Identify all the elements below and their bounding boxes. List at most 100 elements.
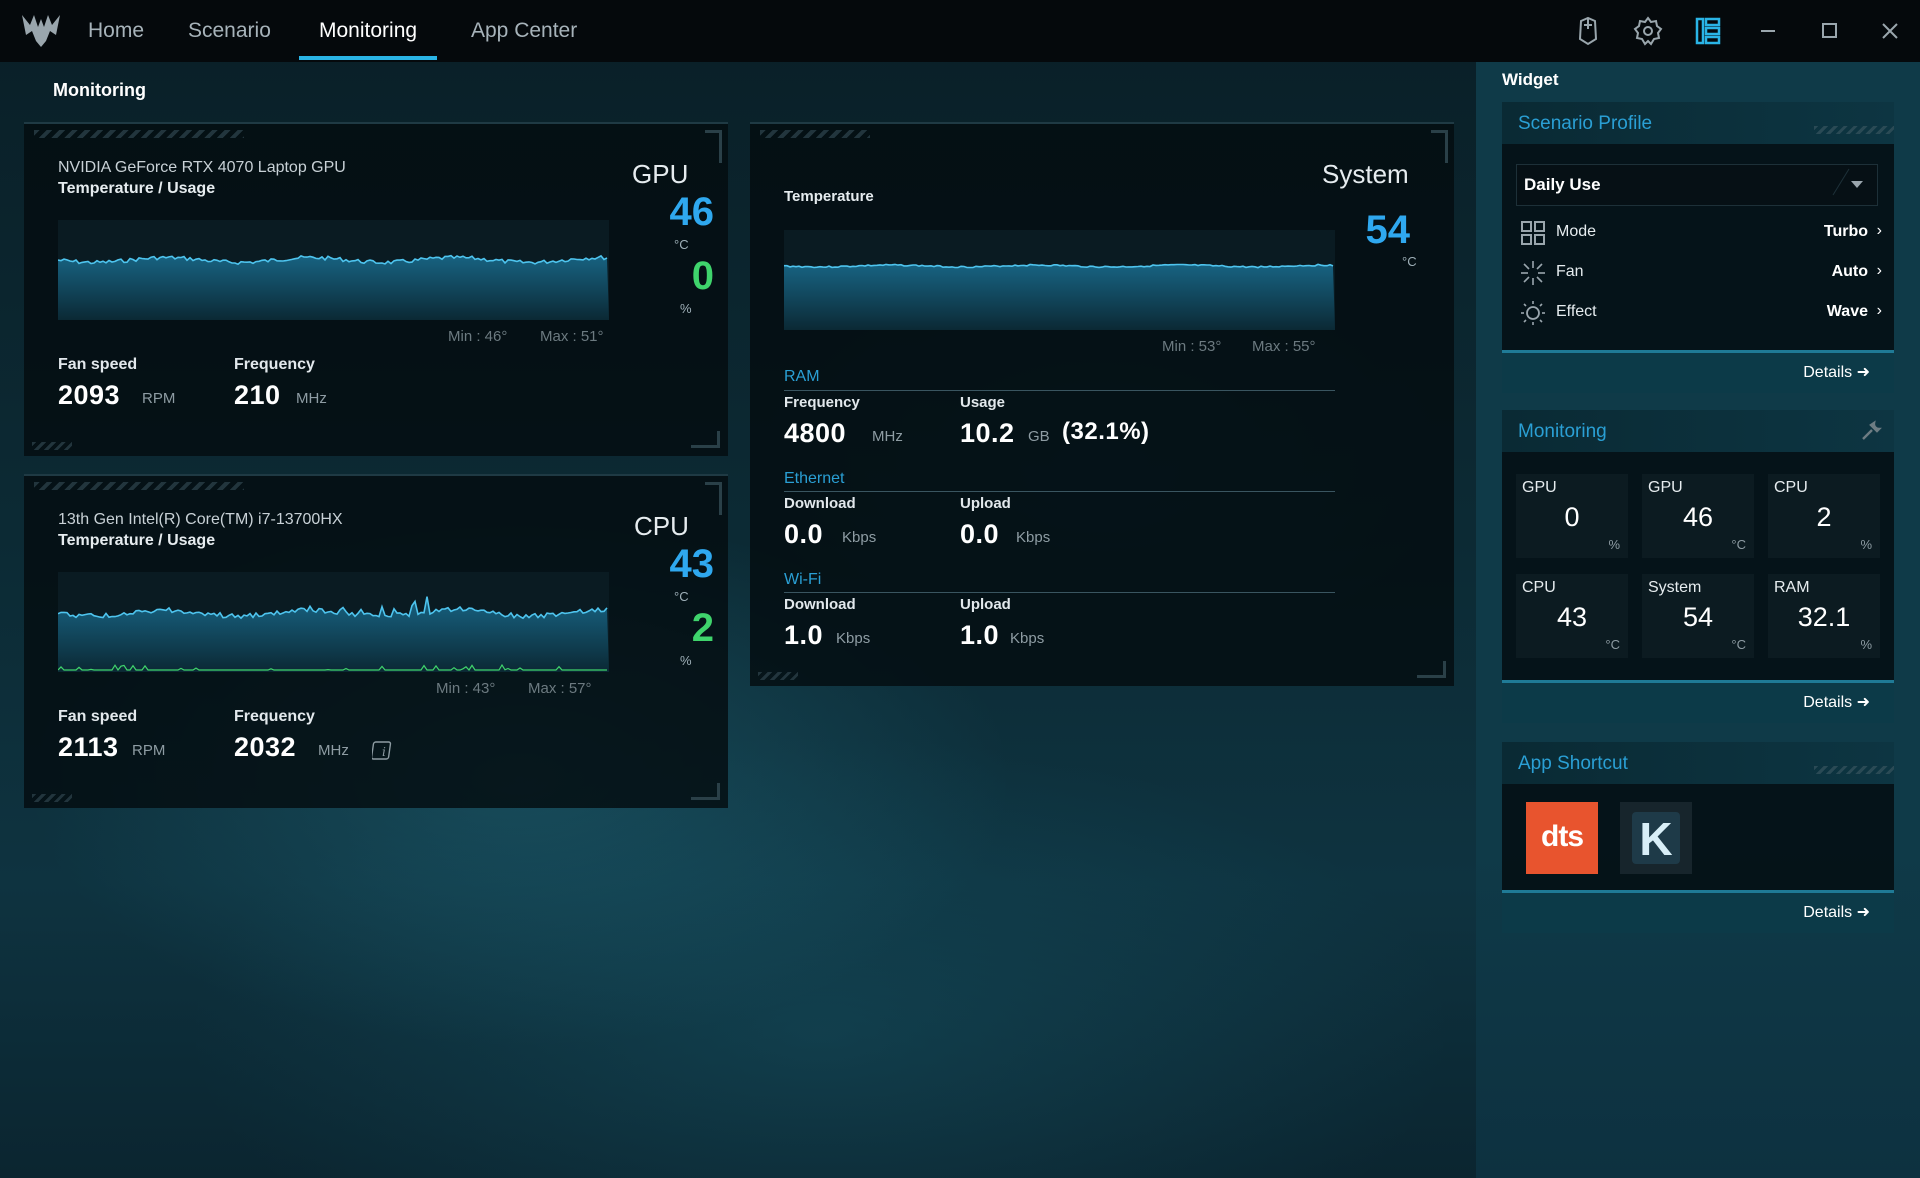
ethernet-upload-unit: Kbps: [1016, 529, 1051, 546]
system-label: System: [1322, 159, 1409, 189]
ethernet-download-unit: Kbps: [842, 529, 877, 546]
ram-usage-label: Usage: [960, 394, 1006, 411]
gear-icon[interactable]: [1632, 15, 1664, 47]
dts-app-icon[interactable]: dts: [1526, 802, 1598, 874]
scenario-details-link[interactable]: Details ➜: [1803, 362, 1870, 382]
arrow-right-icon: ➜: [1856, 364, 1870, 381]
tab-scenario[interactable]: Scenario: [188, 0, 271, 62]
gpu-fan-value: 2093: [58, 380, 121, 410]
gpu-device-name: NVIDIA GeForce RTX 4070 Laptop GPU: [58, 159, 346, 176]
gpu-temp-graph: [58, 220, 609, 320]
gpu-temp-unit: °C: [674, 237, 689, 252]
widget-title: Widget: [1502, 70, 1559, 89]
system-temp-graph: [784, 230, 1335, 330]
monitor-tile-system-temp[interactable]: System 54 °C: [1642, 574, 1754, 658]
gpu-usage-unit: %: [680, 301, 692, 316]
gpu-usage-value: 0: [691, 254, 714, 298]
ram-freq-value: 4800: [784, 418, 847, 448]
ethernet-upload-value: 0.0: [960, 519, 1000, 549]
chevron-right-icon: ›: [1876, 302, 1882, 319]
scenario-profile-title: Scenario Profile: [1518, 113, 1653, 134]
cpu-panel: 13th Gen Intel(R) Core(TM) i7-13700HX Te…: [24, 474, 728, 808]
fan-row[interactable]: Fan Auto ›: [1516, 254, 1882, 290]
monitor-tile-gpu-usage[interactable]: GPU 0%: [1516, 474, 1628, 558]
gpu-freq-value: 210: [234, 380, 281, 410]
widget-panel-icon[interactable]: [1692, 15, 1724, 47]
k-app-icon[interactable]: K: [1620, 802, 1692, 874]
fan-label: Fan: [1556, 263, 1584, 280]
ethernet-upload-label: Upload: [960, 495, 1011, 512]
chevron-down-icon: [1832, 168, 1863, 196]
ram-usage-unit: GB: [1028, 428, 1050, 445]
wifi-download-value: 1.0: [784, 620, 824, 650]
effect-row[interactable]: Effect Wave ›: [1516, 294, 1882, 330]
info-icon[interactable]: i: [372, 740, 394, 762]
ram-heading: RAM: [784, 368, 820, 385]
wifi-upload-unit: Kbps: [1010, 630, 1045, 647]
maximize-icon: [1822, 23, 1837, 38]
gpu-freq-unit: MHz: [296, 390, 327, 407]
monitor-tile-cpu-usage[interactable]: CPU 2%: [1768, 474, 1880, 558]
minimize-button[interactable]: [1738, 0, 1798, 62]
ethernet-download-label: Download: [784, 495, 856, 512]
profile-dropdown-value: Daily Use: [1524, 175, 1601, 194]
fan-value: Auto: [1831, 263, 1868, 280]
ram-freq-label: Frequency: [784, 394, 860, 411]
mode-row[interactable]: Mode Turbo ›: [1516, 214, 1882, 250]
monitor-tile-gpu-temp[interactable]: GPU 46 °C: [1642, 474, 1754, 558]
cpu-freq-label: Frequency: [234, 708, 315, 725]
wifi-heading: Wi-Fi: [784, 571, 822, 588]
cpu-temp-value: 43: [669, 542, 715, 586]
cpu-device-name: 13th Gen Intel(R) Core(TM) i7-13700HX: [58, 511, 343, 528]
cpu-fan-unit: RPM: [132, 742, 166, 759]
cpu-fan-value: 2113: [58, 732, 119, 762]
monitoring-details-link[interactable]: Details ➜: [1803, 692, 1870, 712]
arrow-right-icon: ➜: [1856, 904, 1870, 921]
gpu-freq-label: Frequency: [234, 356, 315, 373]
gpu-fan-label: Fan speed: [58, 356, 138, 373]
tab-app-center[interactable]: App Center: [471, 0, 577, 62]
system-temp-label: Temperature: [784, 188, 874, 205]
monitoring-details-bar: Details ➜: [1502, 680, 1894, 723]
chevron-right-icon: ›: [1876, 222, 1882, 239]
grid-icon: [1521, 221, 1545, 245]
title-bar: Home Scenario Monitoring App Center: [0, 0, 1920, 62]
cpu-min: Min : 43°: [436, 680, 496, 697]
minimize-icon: [1761, 30, 1775, 32]
app-shortcut-title: App Shortcut: [1518, 753, 1628, 774]
widget-sidebar: Widget Scenario Profile Daily Use Mode T…: [1476, 62, 1920, 1178]
cpu-usage-unit: %: [680, 653, 692, 668]
wifi-download-unit: Kbps: [836, 630, 871, 647]
app-shortcut-widget: App Shortcut dts K Details ➜: [1502, 742, 1894, 933]
monitor-tile-cpu-temp[interactable]: CPU 43 °C: [1516, 574, 1628, 658]
wifi-download-label: Download: [784, 596, 856, 613]
cpu-temp-unit: °C: [674, 589, 689, 604]
ram-freq-unit: MHz: [872, 428, 903, 445]
system-max: Max : 55°: [1252, 338, 1316, 355]
arrow-right-icon: ➜: [1856, 694, 1870, 711]
tab-home[interactable]: Home: [88, 0, 144, 62]
maximize-button[interactable]: [1799, 0, 1859, 62]
ram-usage-percent: (32.1%): [1062, 418, 1150, 445]
close-icon: [1882, 23, 1898, 39]
cpu-subtitle: Temperature / Usage: [58, 532, 216, 549]
mouse-icon[interactable]: [1572, 15, 1604, 47]
ethernet-download-value: 0.0: [784, 519, 824, 549]
close-button[interactable]: [1860, 0, 1920, 62]
wrench-icon[interactable]: [1860, 420, 1882, 442]
shortcut-details-bar: Details ➜: [1502, 890, 1894, 933]
cpu-fan-label: Fan speed: [58, 708, 138, 725]
tab-monitoring[interactable]: Monitoring: [298, 0, 438, 62]
profile-dropdown[interactable]: Daily Use: [1516, 164, 1878, 206]
cpu-temp-graph: [58, 572, 609, 672]
gpu-min: Min : 46°: [448, 328, 508, 345]
monitor-tile-ram-usage[interactable]: RAM 32.1%: [1768, 574, 1880, 658]
gpu-max: Max : 51°: [540, 328, 604, 345]
predator-logo: [22, 15, 60, 47]
effect-value: Wave: [1826, 303, 1868, 320]
shortcut-details-link[interactable]: Details ➜: [1803, 902, 1870, 922]
chevron-right-icon: ›: [1876, 262, 1882, 279]
cpu-freq-unit: MHz: [318, 742, 349, 759]
svg-text:i: i: [382, 745, 386, 759]
scenario-details-bar: Details ➜: [1502, 350, 1894, 393]
